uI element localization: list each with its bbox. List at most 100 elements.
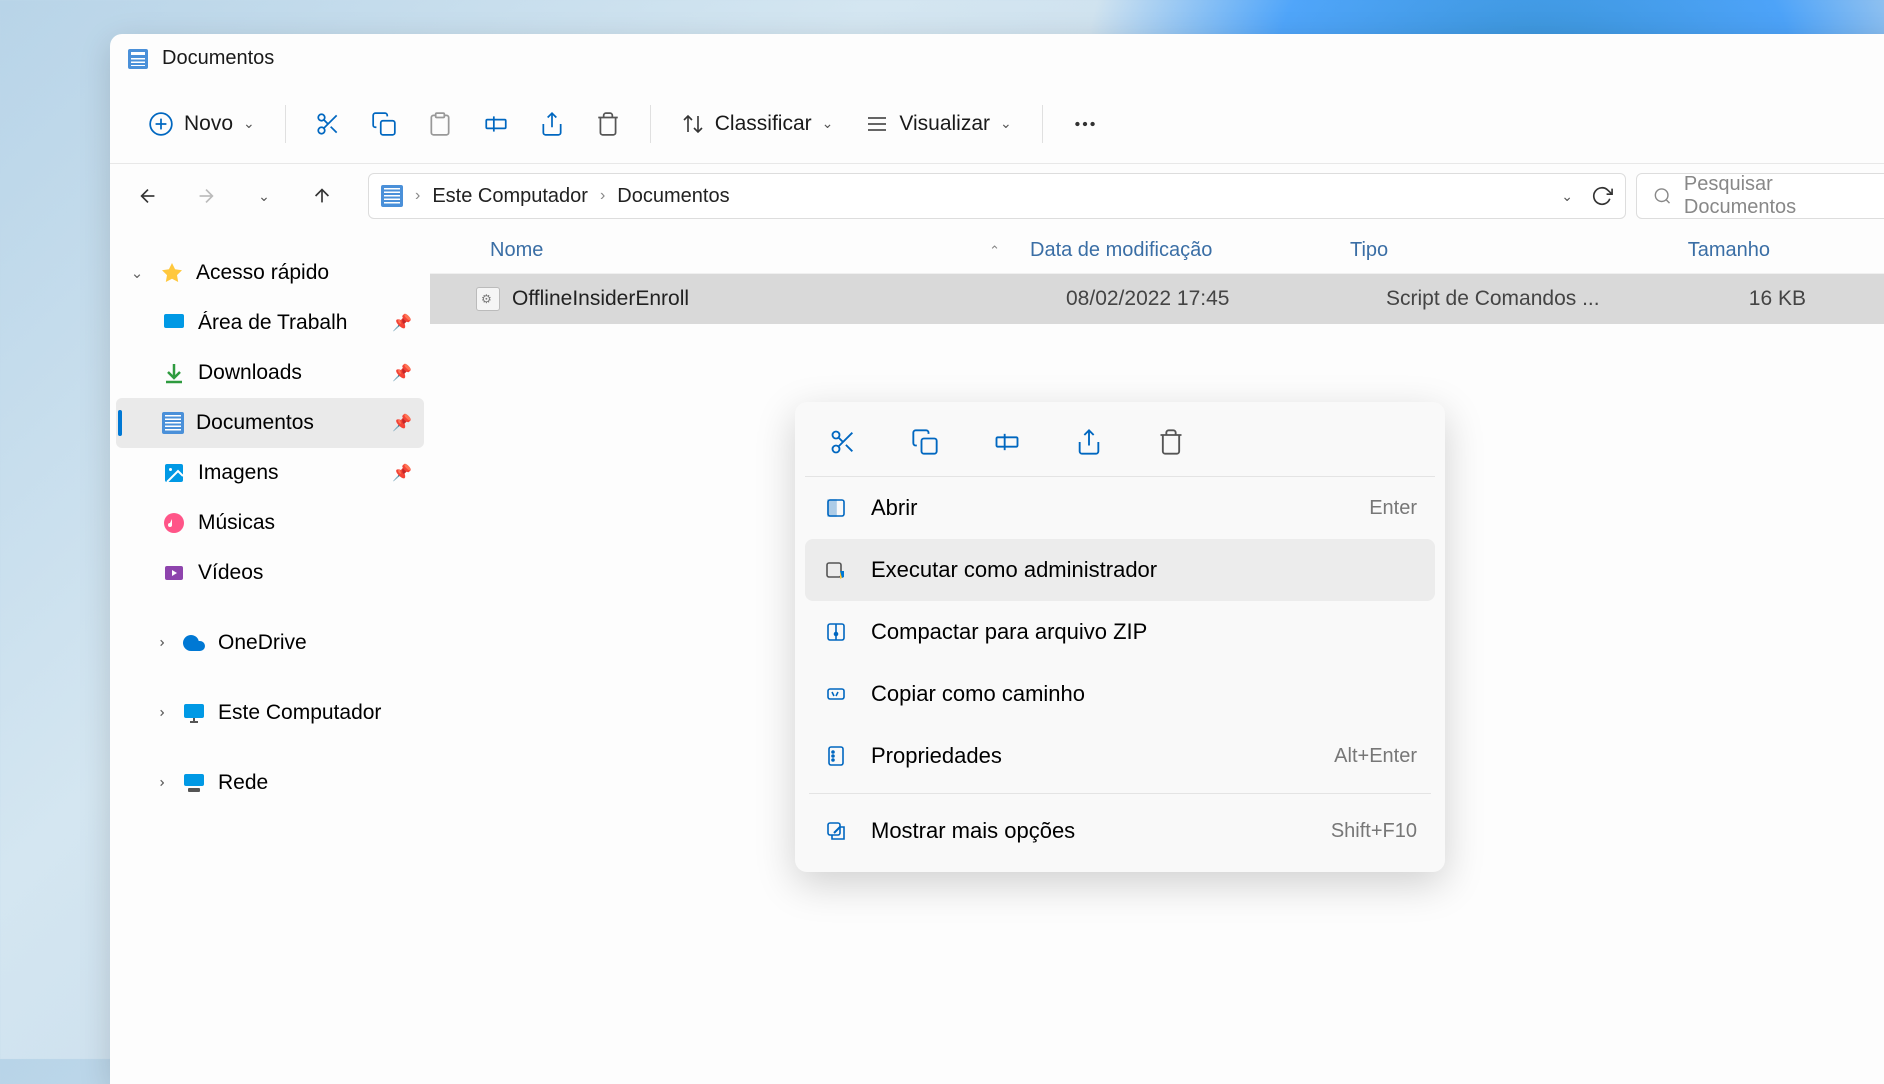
shield-admin-icon <box>823 557 849 583</box>
ctx-run-as-admin[interactable]: Executar como administrador <box>805 539 1435 601</box>
properties-icon <box>823 743 849 769</box>
star-icon <box>160 261 184 285</box>
chevron-down-icon: ⌄ <box>1000 115 1012 132</box>
file-type: Script de Comandos ... <box>1386 287 1666 311</box>
ctx-delete-button[interactable] <box>1151 422 1191 462</box>
ctx-copy-path[interactable]: Copiar como caminho <box>805 663 1435 725</box>
sidebar-desktop-label: Área de Trabalho <box>198 311 348 335</box>
ctx-open-shortcut: Enter <box>1369 497 1417 520</box>
sidebar-item-network[interactable]: ⌄ Rede <box>116 758 424 808</box>
sidebar-this-pc-label: Este Computador <box>218 701 381 725</box>
new-label: Novo <box>184 112 233 136</box>
ctx-properties[interactable]: Propriedades Alt+Enter <box>805 725 1435 787</box>
sidebar-item-downloads[interactable]: Downloads 📌 <box>116 348 424 398</box>
ctx-run-admin-label: Executar como administrador <box>871 557 1157 583</box>
pin-icon: 📌 <box>392 413 412 433</box>
sidebar-item-onedrive[interactable]: ⌄ OneDrive <box>116 618 424 668</box>
share-button[interactable] <box>526 98 578 150</box>
ctx-open[interactable]: Abrir Enter <box>805 477 1435 539</box>
copy-icon <box>911 428 939 456</box>
list-header: Nome ⌃ Data de modificação Tipo Tamanho <box>430 228 1884 274</box>
download-icon <box>162 361 186 385</box>
sidebar-item-music[interactable]: Músicas <box>116 498 424 548</box>
rename-icon <box>483 111 509 137</box>
sidebar-onedrive-label: OneDrive <box>218 631 307 655</box>
rename-button[interactable] <box>470 98 522 150</box>
sidebar-quick-access-label: Acesso rápido <box>196 261 329 285</box>
address-bar[interactable]: › Este Computador › Documentos ⌄ <box>368 173 1626 219</box>
ctx-copy-button[interactable] <box>905 422 945 462</box>
expand-chevron-icon: ⌄ <box>150 772 168 794</box>
sidebar-item-desktop[interactable]: Área de Trabalho 📌 <box>116 298 424 348</box>
sidebar-item-this-pc[interactable]: ⌄ Este Computador <box>116 688 424 738</box>
column-type[interactable]: Tipo <box>1350 239 1630 262</box>
search-icon <box>1653 186 1672 206</box>
column-name[interactable]: Nome <box>490 239 543 262</box>
sidebar-item-documents[interactable]: Documentos 📌 <box>116 398 424 448</box>
documents-icon <box>381 185 403 207</box>
clipboard-icon <box>427 111 453 137</box>
cmd-script-icon <box>476 287 500 311</box>
chevron-down-icon: ⌄ <box>822 115 834 132</box>
sidebar: ⌄ Acesso rápido Área de Trabalho 📌 Downl… <box>110 228 430 1084</box>
ctx-share-button[interactable] <box>1069 422 1109 462</box>
delete-button[interactable] <box>582 98 634 150</box>
monitor-icon <box>182 701 206 725</box>
open-icon <box>823 495 849 521</box>
up-button[interactable] <box>298 172 346 220</box>
cut-button[interactable] <box>302 98 354 150</box>
ctx-copy-path-label: Copiar como caminho <box>871 681 1085 707</box>
titlebar[interactable]: Documentos <box>110 34 1884 84</box>
sidebar-item-videos[interactable]: Vídeos <box>116 548 424 598</box>
ctx-open-label: Abrir <box>871 495 917 521</box>
sort-button[interactable]: Classificar ⌄ <box>667 104 848 144</box>
column-size[interactable]: Tamanho <box>1630 239 1790 262</box>
search-input[interactable]: Pesquisar Documentos <box>1636 173 1884 219</box>
expand-chevron-icon: ⌄ <box>126 264 148 282</box>
sidebar-videos-label: Vídeos <box>198 561 263 585</box>
zip-icon <box>823 619 849 645</box>
column-date[interactable]: Data de modificação <box>1030 239 1350 262</box>
view-button[interactable]: Visualizar ⌄ <box>851 104 1025 144</box>
ctx-more-options[interactable]: Mostrar mais opções Shift+F10 <box>805 800 1435 862</box>
file-date: 08/02/2022 17:45 <box>1066 287 1386 311</box>
cloud-icon <box>182 631 206 655</box>
forward-button[interactable] <box>182 172 230 220</box>
context-separator <box>809 793 1431 794</box>
ctx-compress-zip[interactable]: Compactar para arquivo ZIP <box>805 601 1435 663</box>
scissors-icon <box>315 111 341 137</box>
plus-circle-icon <box>148 111 174 137</box>
image-icon <box>162 461 186 485</box>
view-list-icon <box>865 112 889 136</box>
chevron-down-icon[interactable]: ⌄ <box>1561 188 1573 205</box>
toolbar-separator <box>650 105 651 143</box>
copy-button[interactable] <box>358 98 410 150</box>
network-icon <box>182 771 206 795</box>
sidebar-item-quick-access[interactable]: ⌄ Acesso rápido <box>116 248 424 298</box>
new-button[interactable]: Novo ⌄ <box>134 103 269 145</box>
ctx-more-label: Mostrar mais opções <box>871 818 1075 844</box>
expand-chevron-icon: ⌄ <box>150 632 168 654</box>
ctx-properties-shortcut: Alt+Enter <box>1334 745 1417 768</box>
breadcrumb-root[interactable]: Este Computador <box>432 185 588 208</box>
recent-button[interactable]: ⌄ <box>240 172 288 220</box>
share-icon <box>539 111 565 137</box>
ctx-rename-button[interactable] <box>987 422 1027 462</box>
arrow-left-icon <box>137 185 159 207</box>
file-row[interactable]: OfflineInsiderEnroll 08/02/2022 17:45 Sc… <box>430 274 1884 324</box>
copy-icon <box>371 111 397 137</box>
view-label: Visualizar <box>899 112 990 136</box>
paste-button[interactable] <box>414 98 466 150</box>
music-icon <box>162 511 186 535</box>
sidebar-item-pictures[interactable]: Imagens 📌 <box>116 448 424 498</box>
refresh-icon[interactable] <box>1591 185 1613 207</box>
back-button[interactable] <box>124 172 172 220</box>
more-button[interactable] <box>1059 98 1111 150</box>
window-title: Documentos <box>162 47 274 70</box>
ctx-cut-button[interactable] <box>823 422 863 462</box>
rename-icon <box>993 428 1021 456</box>
breadcrumb-current[interactable]: Documentos <box>617 185 729 208</box>
context-icon-row <box>805 412 1435 477</box>
address-row: ⌄ › Este Computador › Documentos ⌄ Pesqu… <box>110 164 1884 228</box>
expand-chevron-icon: ⌄ <box>150 702 168 724</box>
